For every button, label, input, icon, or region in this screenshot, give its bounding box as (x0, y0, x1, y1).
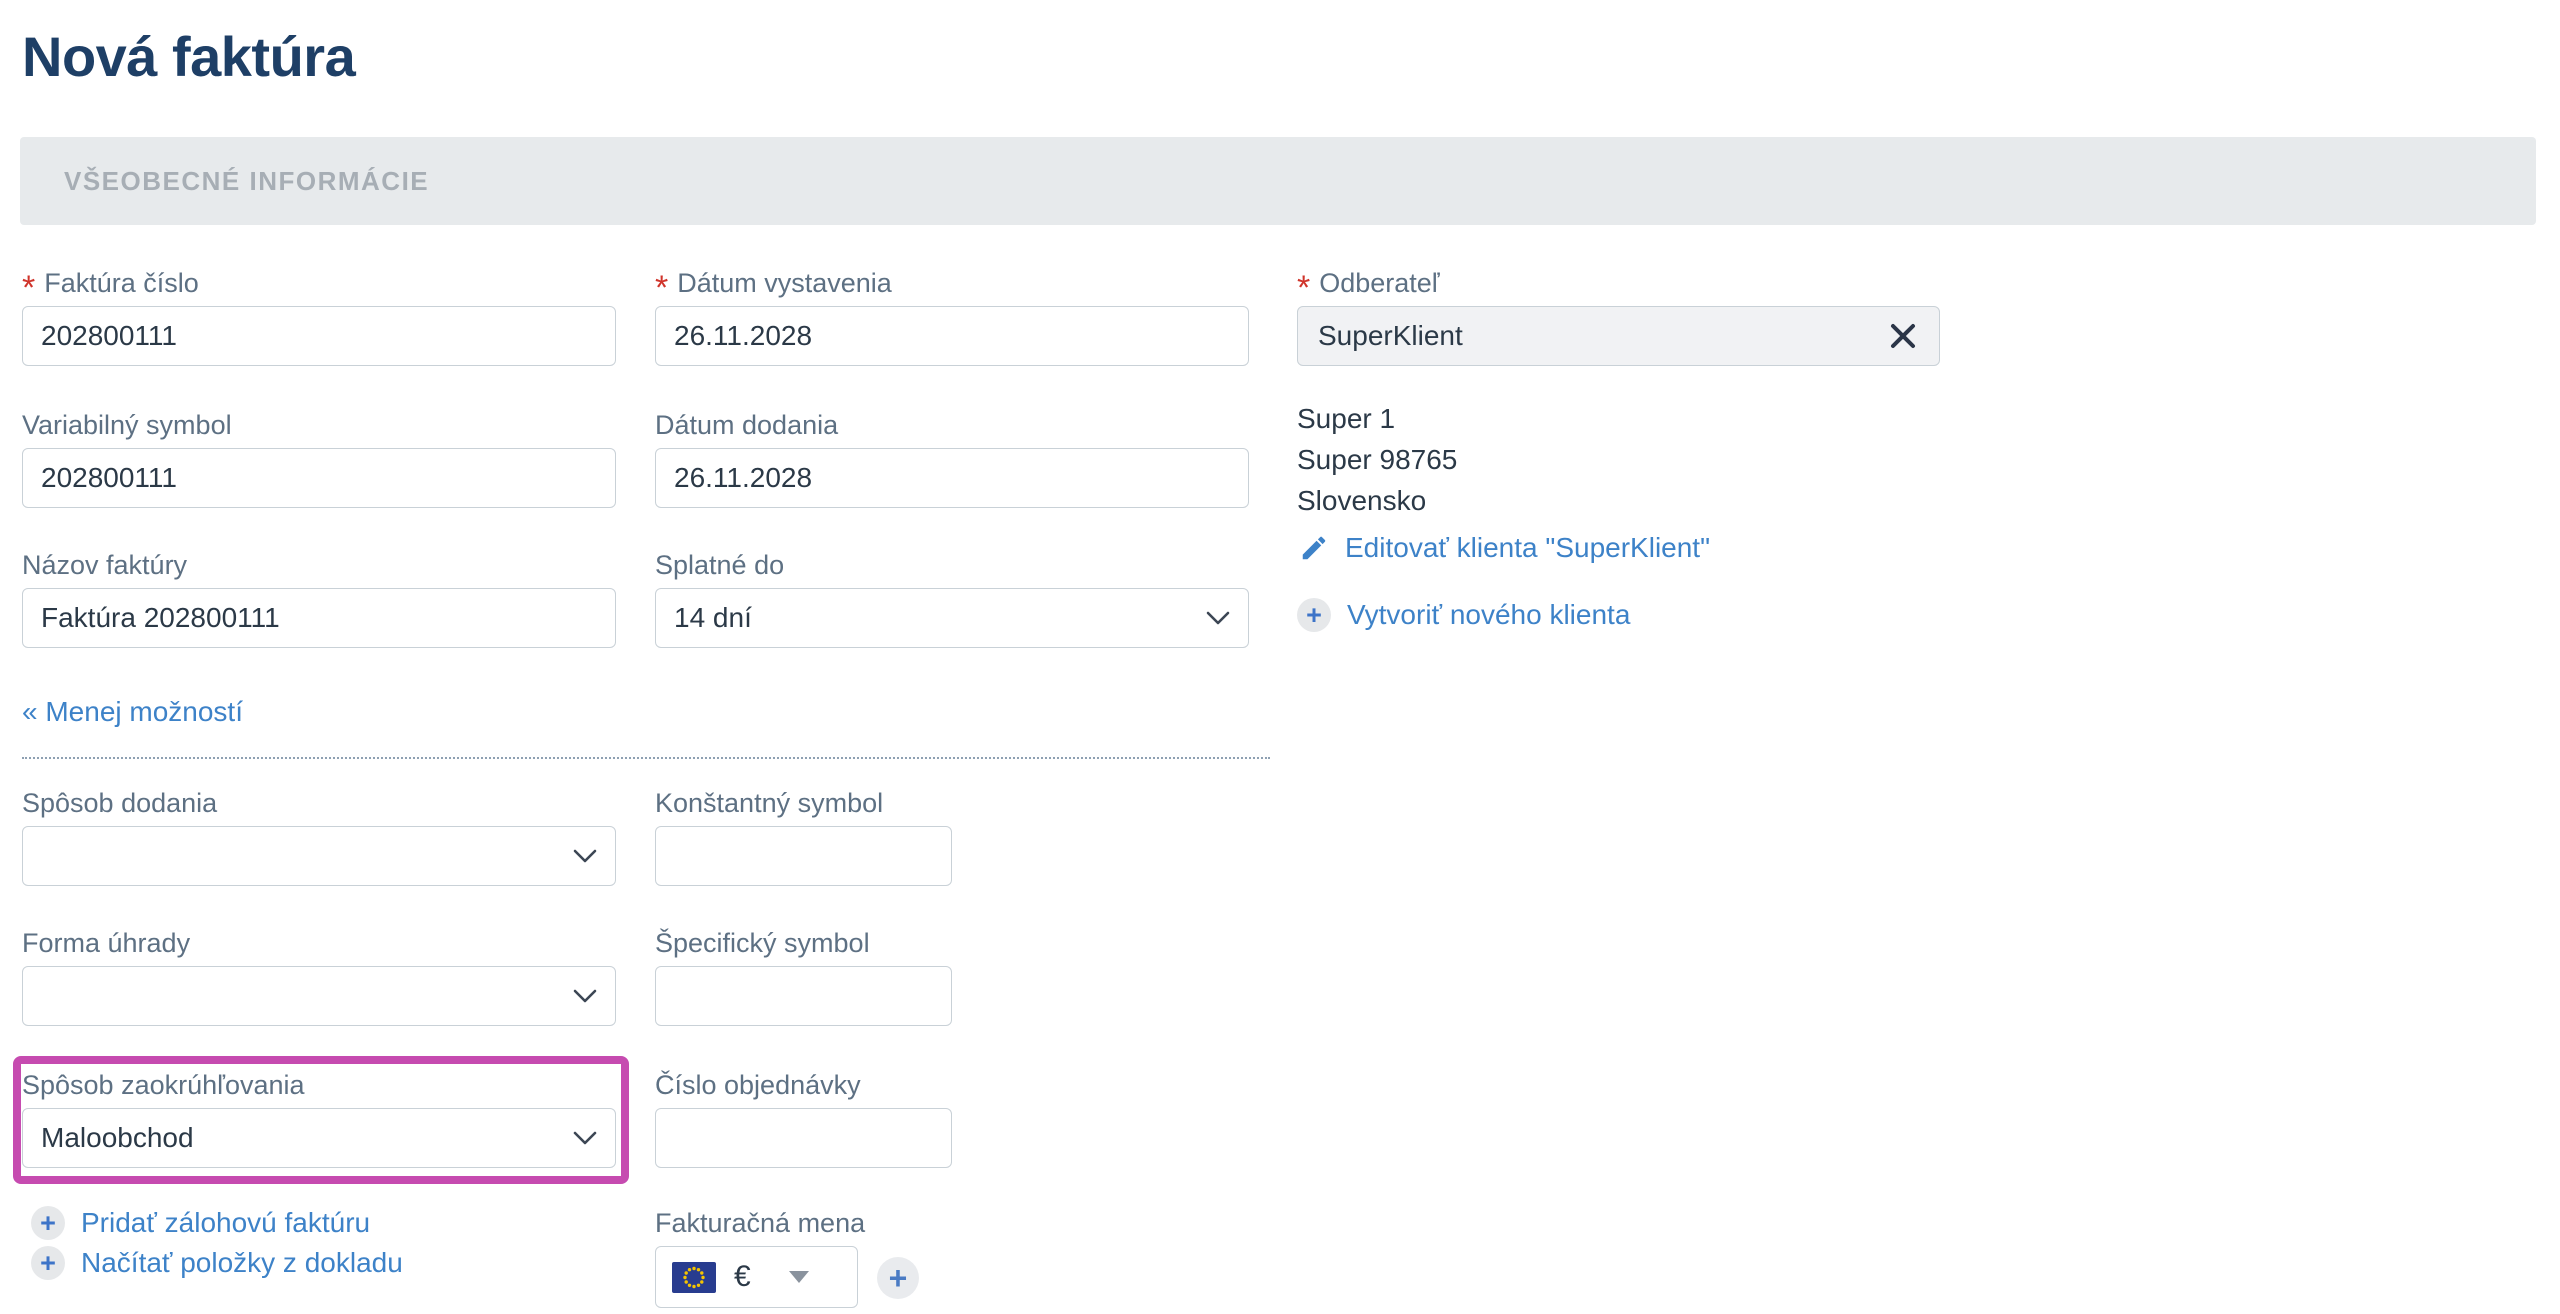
less-options-link[interactable]: « Menej možností (22, 696, 243, 727)
delivery-method-label: Spôsob dodania (22, 786, 616, 820)
field-invoice-name: Názov faktúry (22, 548, 616, 648)
payment-form-select[interactable] (22, 966, 616, 1026)
field-constant-symbol: Konštantný symbol (655, 786, 952, 886)
clear-client-button[interactable] (1889, 322, 1917, 350)
due-in-label: Splatné do (655, 548, 1249, 582)
constant-symbol-label: Konštantný symbol (655, 786, 952, 820)
order-number-input[interactable] (655, 1108, 952, 1168)
invoice-number-label: * Faktúra číslo (22, 266, 616, 300)
field-client: * Odberateľ SuperKlient (1297, 266, 1940, 366)
client-address: Super 1 Super 98765 Slovensko (1297, 398, 1457, 521)
eu-flag-icon (672, 1262, 716, 1293)
section-divider (22, 757, 1270, 759)
section-header-label: VŠEOBECNÉ INFORMÁCIE (64, 166, 429, 197)
chevron-down-icon (1206, 611, 1230, 625)
new-invoice-page: Nová faktúra VŠEOBECNÉ INFORMÁCIE * Fakt… (0, 0, 2560, 1314)
required-marker: * (655, 278, 668, 298)
edit-client-label: Editovať klienta "SuperKlient" (1345, 532, 1710, 564)
section-header-bar: VŠEOBECNÉ INFORMÁCIE (20, 137, 2536, 225)
rounding-method-label: Spôsob zaokrúhľovania (22, 1068, 616, 1102)
field-order-number: Číslo objednávky (655, 1068, 952, 1168)
currency-label: Fakturačná mena (655, 1206, 865, 1240)
plus-icon: + (1297, 598, 1331, 632)
chevron-down-icon (573, 989, 597, 1003)
currency-symbol: € (734, 1260, 751, 1294)
invoice-number-input[interactable] (22, 306, 616, 366)
plus-icon: + (31, 1206, 65, 1240)
field-delivery-method: Spôsob dodania (22, 786, 616, 886)
required-marker: * (1297, 278, 1310, 298)
field-specific-symbol: Špecifický symbol (655, 926, 952, 1026)
field-payment-form: Forma úhrady (22, 926, 616, 1026)
issue-date-label: * Dátum vystavenia (655, 266, 1249, 300)
load-items-link[interactable]: + Načítať položky z dokladu (31, 1246, 403, 1280)
add-proforma-link[interactable]: + Pridať zálohovú faktúru (31, 1206, 370, 1240)
pencil-icon (1299, 533, 1329, 563)
specific-symbol-label: Špecifický symbol (655, 926, 952, 960)
variable-symbol-input[interactable] (22, 448, 616, 508)
field-rounding-method: Spôsob zaokrúhľovania Maloobchod (22, 1068, 616, 1168)
field-delivery-date: Dátum dodania (655, 408, 1249, 508)
chevron-down-icon (573, 1131, 597, 1145)
client-address-line: Super 98765 (1297, 439, 1457, 480)
delivery-method-select[interactable] (22, 826, 616, 886)
specific-symbol-input[interactable] (655, 966, 952, 1026)
payment-form-label: Forma úhrady (22, 926, 616, 960)
plus-icon: + (31, 1246, 65, 1280)
client-address-line: Slovensko (1297, 480, 1457, 521)
load-items-label: Načítať položky z dokladu (81, 1247, 403, 1279)
due-in-select[interactable]: 14 dní (655, 588, 1249, 648)
client-field[interactable]: SuperKlient (1297, 306, 1940, 366)
client-label: * Odberateľ (1297, 266, 1940, 300)
required-marker: * (22, 278, 35, 298)
delivery-date-label: Dátum dodania (655, 408, 1249, 442)
client-address-line: Super 1 (1297, 398, 1457, 439)
order-number-label: Číslo objednávky (655, 1068, 952, 1102)
rounding-method-select[interactable]: Maloobchod (22, 1108, 616, 1168)
page-title: Nová faktúra (22, 24, 355, 89)
less-options-link-wrap: « Menej možností (22, 696, 243, 728)
edit-client-link[interactable]: Editovať klienta "SuperKlient" (1299, 532, 1710, 564)
create-client-link[interactable]: + Vytvoriť nového klienta (1297, 598, 1630, 632)
chevron-down-icon (573, 849, 597, 863)
create-client-label: Vytvoriť nového klienta (1347, 599, 1630, 631)
field-due-in: Splatné do 14 dní (655, 548, 1249, 648)
invoice-name-input[interactable] (22, 588, 616, 648)
issue-date-input[interactable] (655, 306, 1249, 366)
add-proforma-label: Pridať zálohovú faktúru (81, 1207, 370, 1239)
constant-symbol-input[interactable] (655, 826, 952, 886)
delivery-date-input[interactable] (655, 448, 1249, 508)
client-value: SuperKlient (1318, 320, 1463, 352)
add-currency-button[interactable]: + (877, 1257, 919, 1299)
triangle-down-icon (789, 1271, 809, 1283)
invoice-name-label: Názov faktúry (22, 548, 616, 582)
field-issue-date: * Dátum vystavenia (655, 266, 1249, 366)
field-invoice-number: * Faktúra číslo (22, 266, 616, 366)
variable-symbol-label: Variabilný symbol (22, 408, 616, 442)
currency-select[interactable]: € (655, 1246, 858, 1308)
close-icon (1889, 322, 1917, 350)
field-variable-symbol: Variabilný symbol (22, 408, 616, 508)
